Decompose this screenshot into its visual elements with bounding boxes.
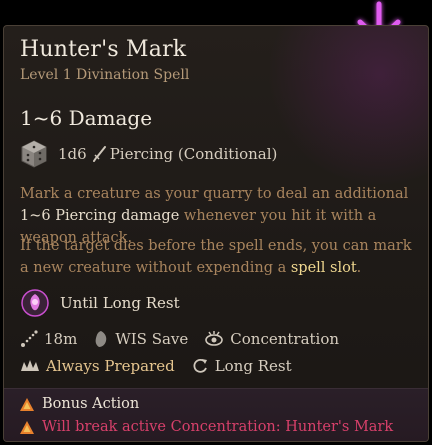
recharge-icon bbox=[193, 358, 207, 373]
warning-row: Will break active Concentration: Hunter'… bbox=[20, 417, 393, 437]
range-item: 18m bbox=[20, 330, 77, 348]
tooltip-glow bbox=[248, 26, 428, 206]
concentration-item: Concentration bbox=[204, 330, 339, 348]
spell-tooltip: Hunter's Mark Level 1 Divination Spell 1… bbox=[3, 25, 429, 442]
action-type-text: Bonus Action bbox=[42, 396, 140, 412]
save-item: WIS Save bbox=[93, 330, 188, 348]
recharge-item: Long Rest bbox=[191, 357, 292, 375]
damage-type: Piercing (Conditional) bbox=[109, 145, 278, 163]
rune-icon bbox=[21, 289, 49, 317]
recharge-text: Long Rest bbox=[214, 357, 292, 375]
spell-slot-link[interactable]: spell slot bbox=[291, 260, 357, 276]
warning-text: Will break active Concentration: Hunter'… bbox=[42, 419, 394, 435]
die-icon bbox=[21, 140, 47, 168]
spell-level: Level 1 Divination Spell bbox=[20, 67, 190, 83]
desc-damage-type: Piercing damage bbox=[55, 208, 180, 224]
spell-meta-row-1: 18m WIS Save Concentration bbox=[20, 328, 355, 350]
damage-heading: 1~6 Damage bbox=[20, 106, 153, 130]
range-text: 18m bbox=[44, 330, 78, 348]
damage-dice-row: 1d6 Piercing (Conditional) bbox=[20, 139, 277, 169]
tooltip-footer: Bonus Action Will break active Concentra… bbox=[4, 388, 428, 441]
warning-icon bbox=[20, 420, 34, 434]
spell-description-extra: If the target dies before the spell ends… bbox=[20, 235, 416, 279]
bonus-action-icon bbox=[20, 397, 34, 411]
prepared-text: Always Prepared bbox=[46, 357, 175, 375]
save-text: WIS Save bbox=[115, 330, 189, 348]
duration-row: Until Long Rest bbox=[20, 288, 180, 318]
prepared-icon bbox=[21, 360, 39, 371]
save-icon bbox=[95, 331, 107, 347]
action-type-row: Bonus Action bbox=[20, 394, 139, 414]
range-icon bbox=[21, 330, 38, 347]
damage-dice: 1d6 bbox=[58, 145, 87, 163]
concentration-text: Concentration bbox=[230, 330, 340, 348]
desc2-end: . bbox=[356, 260, 362, 276]
dagger-icon bbox=[92, 146, 106, 162]
prepared-item: Always Prepared bbox=[20, 357, 175, 375]
duration-text: Until Long Rest bbox=[60, 294, 180, 312]
desc-damage-value: 1~6 bbox=[20, 208, 51, 224]
concentration-icon bbox=[205, 331, 224, 346]
desc-text: Mark a creature as your quarry to deal a… bbox=[20, 186, 409, 202]
spell-title: Hunter's Mark bbox=[20, 37, 187, 62]
spell-meta-row-2: Always Prepared Long Rest bbox=[20, 355, 308, 377]
